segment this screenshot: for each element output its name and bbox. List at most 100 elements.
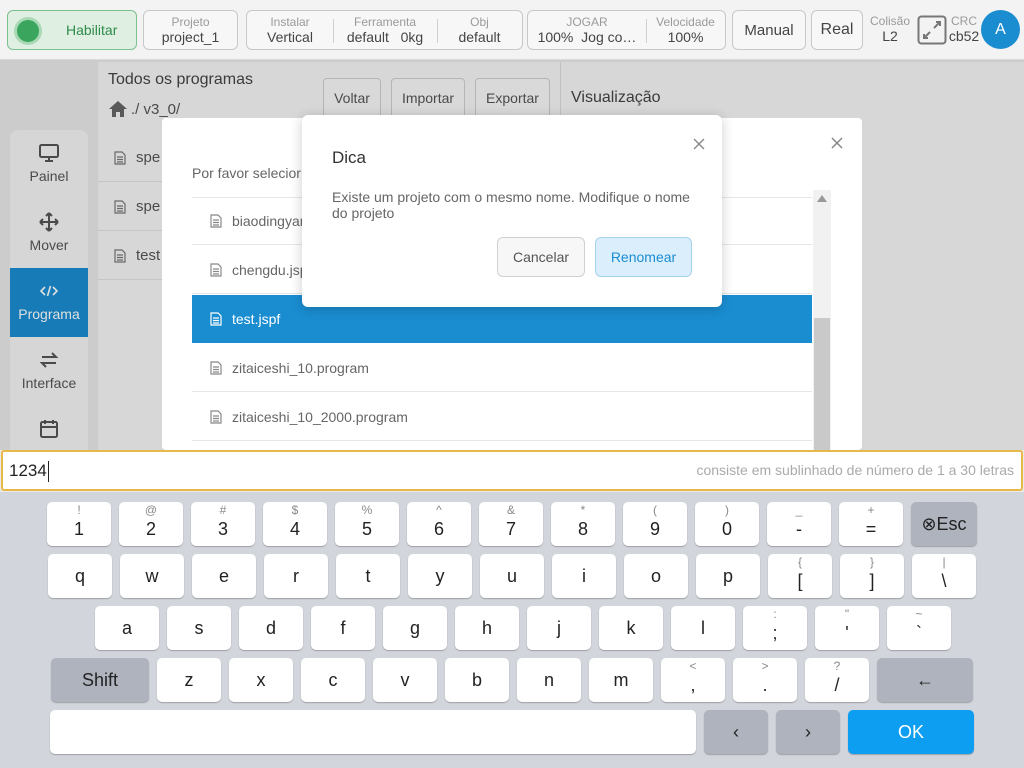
tip-dialog-message: Existe um projeto com o mesmo nome. Modi…	[332, 189, 690, 221]
jog-speed-group[interactable]: JOGAR 100% Jog co… Velocidade 100%	[527, 10, 726, 50]
key-.[interactable]: >.	[733, 658, 797, 702]
nav-item-programa[interactable]: Programa	[10, 268, 88, 337]
key-z[interactable]: z	[157, 658, 221, 702]
key-`[interactable]: ~ `	[887, 606, 951, 650]
programs-title: Todos os programas	[108, 71, 253, 88]
key-y[interactable]: y	[408, 554, 472, 598]
key-o[interactable]: o	[624, 554, 688, 598]
key-8[interactable]: * 8	[551, 502, 615, 546]
tip-dialog-close-icon[interactable]	[691, 136, 707, 152]
key-p[interactable]: p	[696, 554, 760, 598]
key-/[interactable]: ? /	[805, 658, 869, 702]
install-tool-group[interactable]: Instalar Vertical Ferramenta default 0kg…	[246, 10, 523, 50]
file-name: chengdu.jsp	[232, 261, 308, 278]
key-char: /	[834, 675, 840, 695]
key-n[interactable]: n	[517, 658, 581, 702]
key-l[interactable]: l	[671, 606, 735, 650]
nav-item-interface[interactable]: Interface	[10, 337, 88, 406]
key-6[interactable]: ^ 6	[407, 502, 471, 546]
key-g[interactable]: g	[383, 606, 447, 650]
tip-dialog: Dica Existe um projeto com o mesmo nome.…	[302, 115, 722, 307]
file-row[interactable]: zitaiceshi_10_2000.program	[192, 393, 812, 441]
key-9[interactable]: (9	[623, 502, 687, 546]
collision-level[interactable]: Colisão L2	[867, 10, 913, 50]
key-4[interactable]: $4	[263, 502, 327, 546]
key-c[interactable]: c	[301, 658, 365, 702]
backspace-key[interactable]: ←	[877, 658, 973, 702]
key-3[interactable]: #3	[191, 502, 255, 546]
key-\[interactable]: | \	[912, 554, 976, 598]
scroll-up-icon[interactable]	[816, 193, 828, 203]
enable-button[interactable]: Habilitar	[7, 10, 137, 50]
key-v[interactable]: v	[373, 658, 437, 702]
cancel-button[interactable]: Cancelar	[497, 237, 585, 277]
keyboard-input-bar[interactable]: 1234 consiste em sublinhado de número de…	[1, 450, 1023, 491]
key-h[interactable]: h	[455, 606, 519, 650]
key-x[interactable]: x	[229, 658, 293, 702]
back-button[interactable]: Voltar	[323, 78, 381, 118]
home-icon[interactable]	[108, 100, 128, 118]
cursor-left-key[interactable]: ‹	[704, 710, 768, 754]
esc-key[interactable]: ⊗Esc	[911, 502, 977, 546]
key-t[interactable]: t	[336, 554, 400, 598]
key-char: OK	[897, 722, 924, 742]
key-char: a	[121, 618, 132, 638]
import-button[interactable]: Importar	[391, 78, 465, 118]
file-row[interactable]: zitaiceshi_10.program	[192, 344, 812, 392]
key-s[interactable]: s	[167, 606, 231, 650]
key-r[interactable]: r	[264, 554, 328, 598]
shift-key[interactable]: Shift	[51, 658, 149, 702]
file-dialog-close-icon[interactable]	[828, 134, 846, 152]
key-a[interactable]: a	[95, 606, 159, 650]
key-f[interactable]: f	[311, 606, 375, 650]
rename-button[interactable]: Renomear	[595, 237, 692, 277]
key-u[interactable]: u	[480, 554, 544, 598]
project-selector[interactable]: Projeto project_1	[143, 10, 238, 50]
key-0[interactable]: ) 0	[695, 502, 759, 546]
key-shift-char: #	[219, 503, 227, 517]
key-2[interactable]: @2	[119, 502, 183, 546]
key-,[interactable]: <,	[661, 658, 725, 702]
crc-label: CRC	[951, 14, 977, 28]
key-j[interactable]: j	[527, 606, 591, 650]
key-7[interactable]: & 7	[479, 502, 543, 546]
manual-mode-button[interactable]: Manual	[732, 10, 806, 50]
key-k[interactable]: k	[599, 606, 663, 650]
key--[interactable]: _ -	[767, 502, 831, 546]
breadcrumb[interactable]: ./ v3_0/	[108, 98, 180, 120]
real-mode-button[interactable]: Real	[811, 10, 863, 50]
tool-value: default 0kg	[346, 29, 424, 45]
avatar[interactable]: A	[981, 10, 1020, 49]
nav-item-calendar[interactable]	[10, 406, 88, 450]
key-char: 2	[145, 519, 156, 539]
ok-key[interactable]: OK	[848, 710, 974, 754]
key-char: `	[916, 623, 922, 643]
key-m[interactable]: m	[589, 658, 653, 702]
collision-label: Colisão	[869, 14, 911, 28]
key-shift-char: @	[144, 503, 158, 517]
key-shift-char: !	[77, 503, 81, 517]
key-][interactable]: }]	[840, 554, 904, 598]
key-=[interactable]: + =	[839, 502, 903, 546]
key-w[interactable]: w	[120, 554, 184, 598]
key-[[interactable]: {[	[768, 554, 832, 598]
key-q[interactable]: q	[48, 554, 112, 598]
scrollbar-thumb[interactable]	[814, 318, 830, 450]
space-key[interactable]	[50, 710, 696, 754]
key-e[interactable]: e	[192, 554, 256, 598]
nav-item-mover[interactable]: Mover	[10, 199, 88, 268]
key-;[interactable]: :;	[743, 606, 807, 650]
key-5[interactable]: % 5	[335, 502, 399, 546]
key-1[interactable]: ! 1	[47, 502, 111, 546]
key-i[interactable]: i	[552, 554, 616, 598]
key-'[interactable]: " '	[815, 606, 879, 650]
key-char: r	[293, 566, 299, 586]
fullscreen-icon[interactable]	[917, 15, 947, 45]
file-list-scrollbar[interactable]	[813, 190, 831, 450]
export-button[interactable]: Exportar	[475, 78, 550, 118]
cursor-right-key[interactable]: ›	[776, 710, 840, 754]
key-d[interactable]: d	[239, 606, 303, 650]
key-b[interactable]: b	[445, 658, 509, 702]
key-char: e	[218, 566, 229, 586]
nav-item-painel[interactable]: Painel	[10, 130, 88, 199]
